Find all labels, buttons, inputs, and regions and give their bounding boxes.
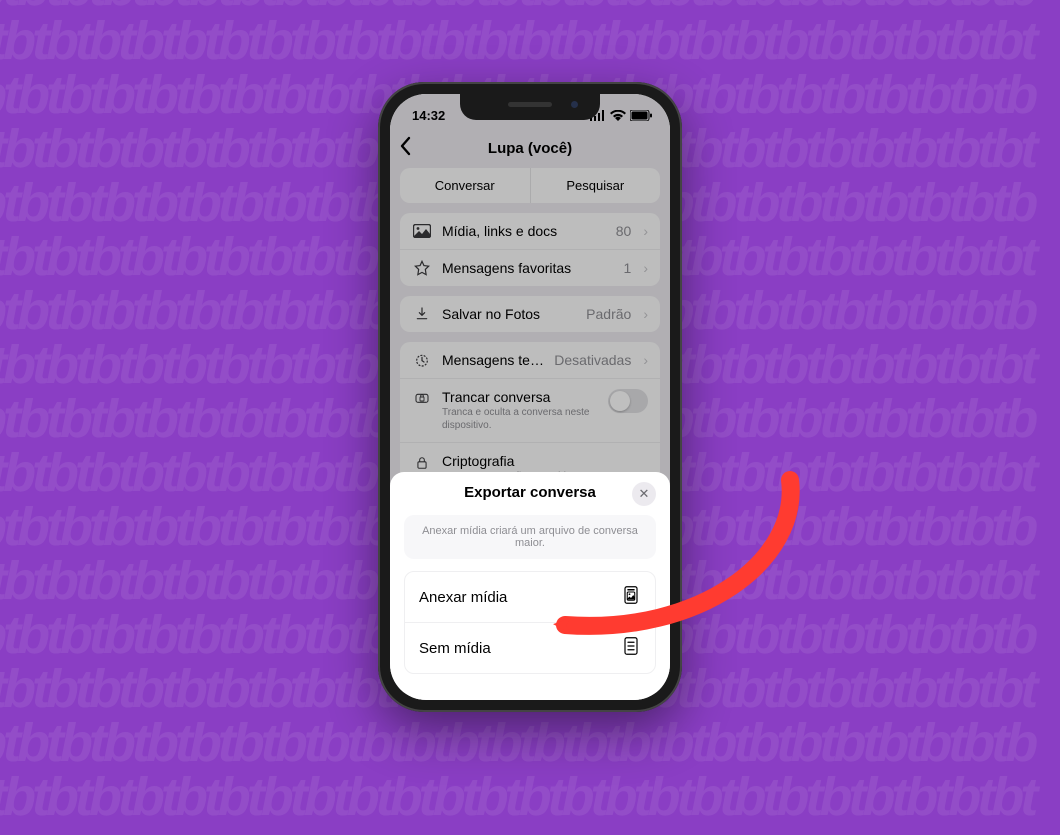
close-button[interactable]: ✕ xyxy=(632,482,656,506)
export-sheet: Exportar conversa ✕ Anexar mídia criará … xyxy=(390,472,670,700)
option-with-media[interactable]: Anexar mídia xyxy=(405,572,655,623)
document-media-icon xyxy=(623,586,641,608)
phone-notch xyxy=(460,94,600,120)
option-label: Sem mídia xyxy=(419,640,613,657)
option-label: Anexar mídia xyxy=(419,589,613,606)
close-icon: ✕ xyxy=(639,486,650,502)
phone-screen: 14:32 Lupa (você) Conversar Pesquisar xyxy=(390,94,670,700)
sheet-description: Anexar mídia criará um arquivo de conver… xyxy=(404,515,656,559)
phone-frame: 14:32 Lupa (você) Conversar Pesquisar xyxy=(378,82,682,712)
sheet-options: Anexar mídia Sem mídia xyxy=(404,571,656,674)
option-without-media[interactable]: Sem mídia xyxy=(405,623,655,673)
document-icon xyxy=(623,637,641,659)
sheet-title: Exportar conversa xyxy=(464,484,596,501)
